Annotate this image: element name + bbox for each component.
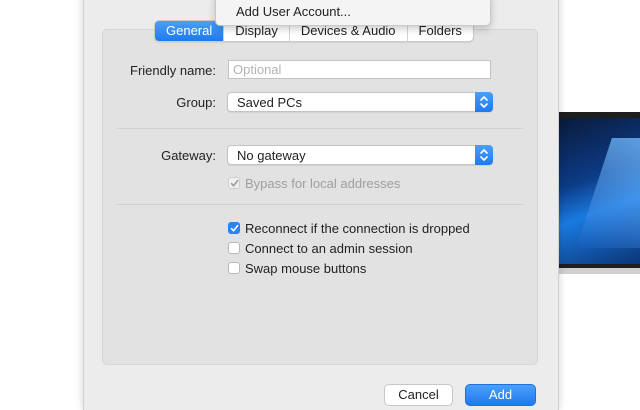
reconnect-checkbox[interactable]: Reconnect if the connection is dropped [228, 220, 470, 236]
checkbox-box [228, 262, 240, 274]
swap-mouse-buttons-checkbox[interactable]: Swap mouse buttons [228, 260, 366, 276]
reconnect-label: Reconnect if the connection is dropped [245, 220, 470, 236]
separator [117, 204, 523, 205]
friendly-name-label: Friendly name: [130, 63, 216, 78]
gateway-select[interactable]: No gateway [227, 145, 493, 165]
gateway-label: Gateway: [161, 148, 216, 163]
admin-session-label: Connect to an admin session [245, 240, 413, 256]
general-panel [102, 29, 538, 365]
checkbox-box [228, 177, 240, 189]
swap-mouse-buttons-label: Swap mouse buttons [245, 260, 367, 276]
menu-item-add-user-account[interactable]: Add User Account... [236, 4, 351, 19]
cancel-button[interactable]: Cancel [384, 384, 453, 406]
bypass-local-addresses-label: Bypass for local addresses [245, 175, 401, 191]
admin-session-checkbox[interactable]: Connect to an admin session [228, 240, 413, 256]
up-down-chevron-icon [475, 92, 493, 112]
laptop-preview-image [548, 112, 640, 272]
separator [117, 128, 523, 129]
group-label: Group: [176, 95, 216, 110]
group-select[interactable]: Saved PCs [227, 92, 493, 112]
bypass-local-addresses-checkbox[interactable]: Bypass for local addresses [228, 175, 400, 191]
gateway-select-value: No gateway [237, 148, 306, 163]
user-account-menu: Add User Account... [215, 0, 491, 26]
add-button[interactable]: Add [465, 384, 536, 406]
laptop-base [548, 268, 640, 274]
group-select-value: Saved PCs [237, 95, 303, 110]
up-down-chevron-icon [475, 145, 493, 165]
wallpaper-light-beam [576, 138, 640, 248]
friendly-name-input[interactable] [228, 60, 491, 79]
checkbox-box [228, 222, 240, 234]
desktop-wallpaper [554, 118, 640, 264]
checkbox-box [228, 242, 240, 254]
tab-general[interactable]: General [155, 21, 224, 41]
